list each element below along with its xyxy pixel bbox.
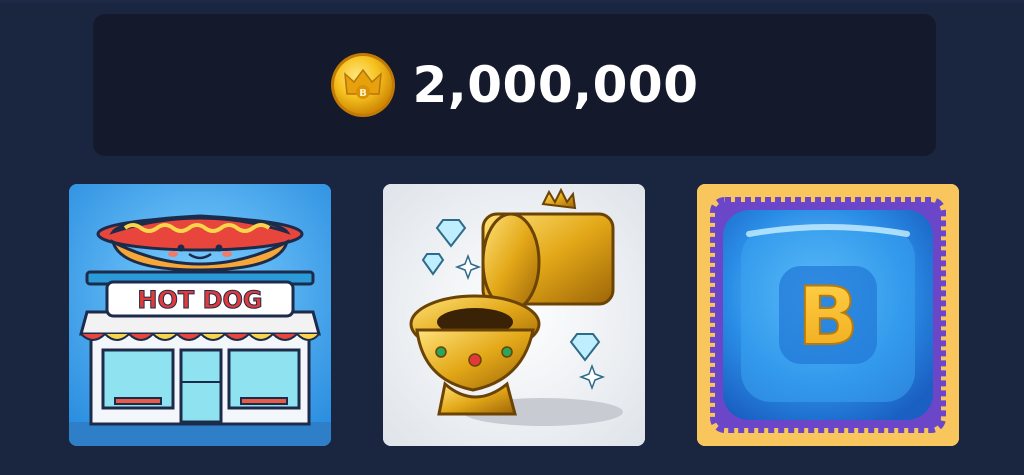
- blue-cube-illustration: B: [697, 184, 959, 446]
- hot-dog-shop-card[interactable]: HOT DOG: [69, 184, 331, 446]
- crown-coin-icon: B: [331, 53, 396, 117]
- top-edge: [0, 0, 1024, 6]
- golden-toilet-illustration: [383, 184, 645, 446]
- balance-amount: 2,000,000: [412, 56, 699, 114]
- cube-letter: B: [798, 270, 859, 363]
- coin-letter: B: [360, 88, 368, 99]
- blue-cube-card[interactable]: B: [697, 184, 959, 446]
- balance-panel: B 2,000,000: [93, 14, 936, 156]
- hot-dog-shop-illustration: HOT DOG: [69, 184, 331, 446]
- hot-dog-sign-text: HOT DOG: [137, 286, 262, 314]
- golden-toilet-card[interactable]: [383, 184, 645, 446]
